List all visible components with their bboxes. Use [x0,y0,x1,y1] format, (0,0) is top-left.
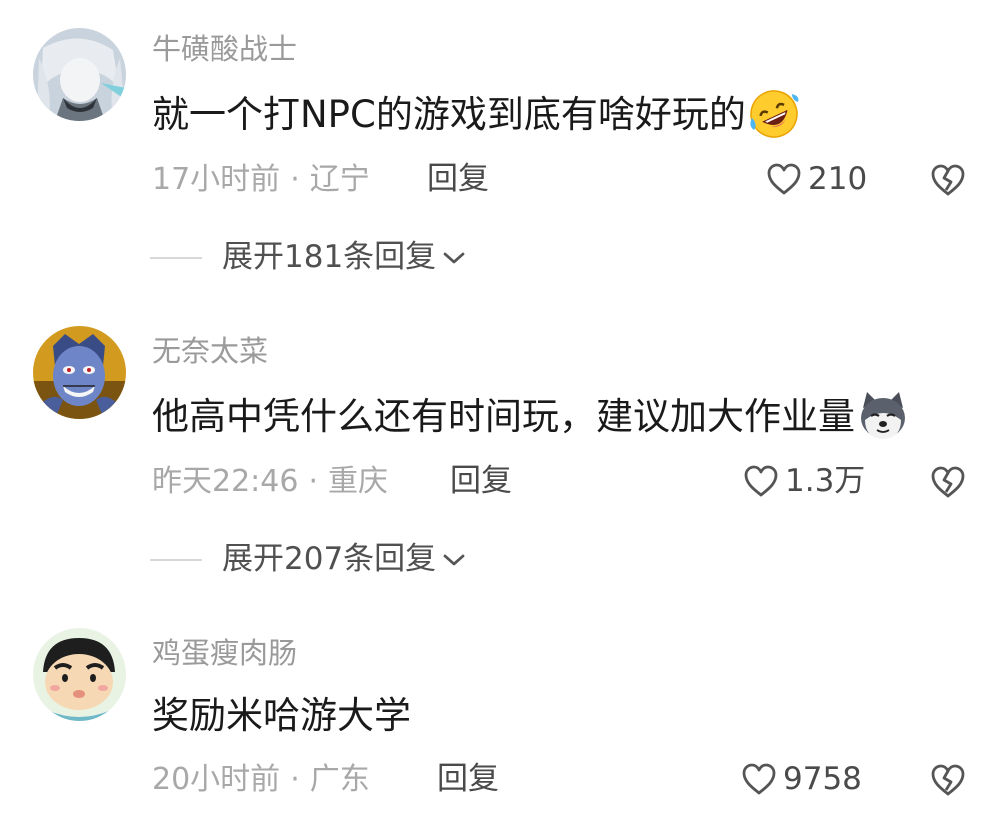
reply-button[interactable]: 回复 [427,164,489,195]
meta-separator: · [290,162,300,197]
location: 辽宁 [309,162,370,197]
reply-button[interactable]: 回复 [450,466,512,497]
chevron-down-icon [443,252,465,263]
timestamp: 17小时前 [152,162,281,197]
divider-line [150,256,202,259]
username[interactable]: 鸡蛋瘦肉肠 [152,639,297,668]
meta-separator: · [290,762,300,797]
like-count: 210 [808,160,868,197]
like-button[interactable]: 9758 [741,762,862,796]
expand-replies-label: 展开181条回复 [222,239,437,275]
heart-icon [744,465,778,497]
timestamp: 20小时前 [152,762,281,797]
username[interactable]: 牛磺酸战士 [152,35,297,64]
like-count: 1.3万 [785,462,866,499]
doge-emoji-icon [857,390,909,442]
divider-line [150,558,202,561]
broken-heart-icon [931,466,965,498]
like-count: 9758 [783,760,862,797]
location: 重庆 [328,464,389,499]
comment-meta: 20小时前 · 广东 [152,765,370,795]
reply-button[interactable]: 回复 [437,764,499,795]
avatar[interactable] [33,628,126,721]
comment-text: 就一个打NPC的游戏到底有啥好玩的 [152,88,800,140]
heart-icon [767,163,801,195]
comment-text-content: 就一个打NPC的游戏到底有啥好玩的 [152,92,746,136]
comment-text: 他高中凭什么还有时间玩，建议加大作业量 [152,390,909,442]
broken-heart-icon [931,764,965,796]
like-button[interactable]: 210 [766,162,867,196]
comment-text-content: 他高中凭什么还有时间玩，建议加大作业量 [152,394,855,438]
timestamp: 昨天22:46 [152,464,299,499]
meta-separator: · [308,464,319,499]
heart-icon [742,763,776,795]
comment-meta: 17小时前 · 辽宁 [152,165,370,195]
expand-replies-label: 展开207条回复 [222,541,437,577]
broken-heart-icon [931,164,965,196]
comment-text-content: 奖励米哈游大学 [152,694,411,737]
avatar[interactable] [33,326,126,419]
avatar[interactable] [33,28,126,121]
chevron-down-icon [443,554,465,565]
location: 广东 [309,762,370,797]
expand-replies-button[interactable]: 展开207条回复 [150,544,466,575]
comment-meta: 昨天22:46 · 重庆 [152,467,388,497]
dislike-button[interactable] [930,763,966,801]
username[interactable]: 无奈太菜 [152,337,268,366]
rolling-on-floor-laughing-emoji-icon [748,88,800,140]
dislike-button[interactable] [930,163,966,201]
expand-replies-button[interactable]: 展开181条回复 [150,242,466,273]
dislike-button[interactable] [930,465,966,503]
comment-text: 奖励米哈游大学 [152,697,411,734]
like-button[interactable]: 1.3万 [743,464,865,498]
